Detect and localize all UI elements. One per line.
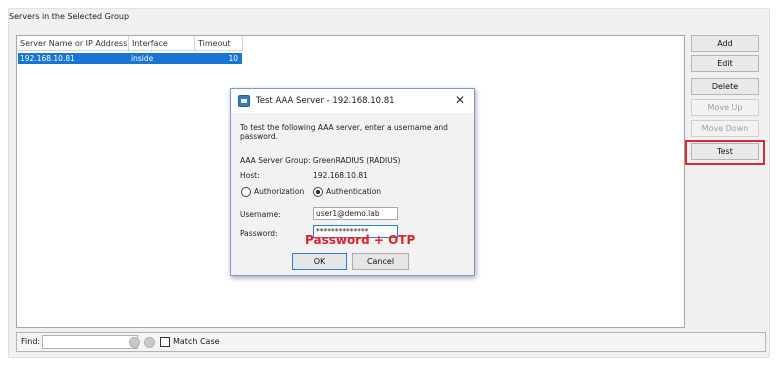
password-otp-annotation: Password + OTP xyxy=(305,233,416,247)
edit-button[interactable]: Edit xyxy=(691,55,759,72)
add-button[interactable]: Add xyxy=(691,35,759,52)
find-next-icon[interactable] xyxy=(144,337,155,348)
find-previous-icon[interactable] xyxy=(129,337,140,348)
close-icon[interactable]: ✕ xyxy=(453,93,467,107)
match-case-label: Match Case xyxy=(173,337,220,346)
dialog-titlebar: Test AAA Server - 192.168.10.81 ✕ xyxy=(231,89,474,113)
username-field[interactable]: user1@demo.lab xyxy=(313,207,398,220)
server-group-info: AAA Server Group: GreenRADIUS (RADIUS) xyxy=(240,156,401,165)
delete-button[interactable]: Delete xyxy=(691,78,759,95)
host-value: 192.168.10.81 xyxy=(313,171,368,180)
cell-timeout: 10 xyxy=(228,54,238,63)
group-title: Servers in the Selected Group xyxy=(9,12,130,21)
cell-interface: inside xyxy=(131,54,154,63)
dialog-title: Test AAA Server - 192.168.10.81 xyxy=(256,96,395,106)
table-row[interactable]: 192.168.10.81 inside 10 xyxy=(18,53,242,64)
app-icon xyxy=(238,95,250,107)
table-header: Server Name or IP Address Interface Time… xyxy=(17,36,243,51)
authentication-label: Authentication xyxy=(326,187,382,196)
authorization-label: Authorization xyxy=(254,187,305,196)
authorization-radio[interactable] xyxy=(241,187,251,197)
dialog-intro-line2: password. xyxy=(240,132,278,141)
move-up-button[interactable]: Move Up xyxy=(691,99,759,116)
cancel-button[interactable]: Cancel xyxy=(352,253,409,270)
authentication-radio[interactable] xyxy=(313,187,323,197)
column-header-interface[interactable]: Interface xyxy=(129,36,195,51)
find-input[interactable] xyxy=(42,335,138,349)
find-bar: Find: Match Case xyxy=(16,332,766,352)
test-button-highlight xyxy=(685,140,765,165)
match-case-checkbox[interactable] xyxy=(160,337,170,347)
column-header-timeout[interactable]: Timeout xyxy=(195,36,243,51)
test-aaa-server-dialog: Test AAA Server - 192.168.10.81 ✕ To tes… xyxy=(230,88,475,276)
column-header-server[interactable]: Server Name or IP Address xyxy=(17,36,129,51)
cell-server: 192.168.10.81 xyxy=(20,54,75,63)
find-label: Find: xyxy=(21,337,41,346)
ok-button[interactable]: OK xyxy=(292,253,347,270)
move-down-button[interactable]: Move Down xyxy=(691,120,759,137)
